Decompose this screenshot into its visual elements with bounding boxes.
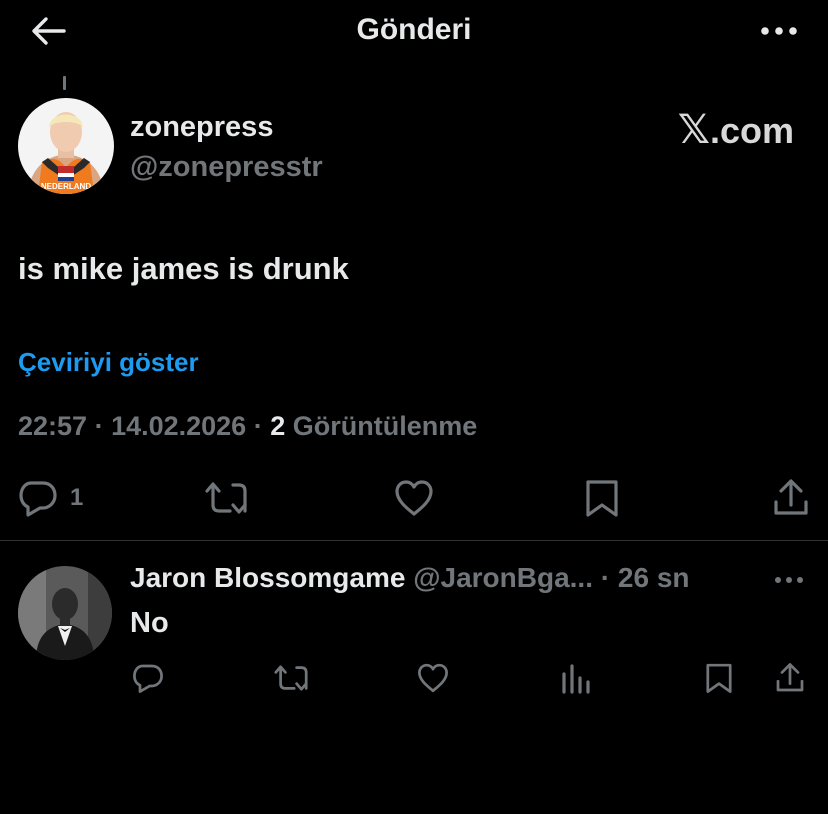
x-com-logo: 𝕏 .com <box>678 110 794 150</box>
reply-timestamp[interactable]: 26 sn <box>618 562 690 593</box>
reply-text: No <box>130 607 169 639</box>
more-horizontal-icon <box>775 577 803 583</box>
like-icon <box>395 480 433 516</box>
divider <box>0 540 828 541</box>
more-horizontal-icon <box>761 27 797 35</box>
retweet-icon <box>274 665 308 691</box>
bookmark-icon <box>706 663 732 693</box>
meta-separator: · <box>87 411 112 441</box>
reply-author-name[interactable]: Jaron Blossomgame <box>130 562 405 593</box>
reply-header: Jaron Blossomgame @JaronBga... · 26 sn <box>130 562 690 594</box>
avatar-image: NEDERLAND <box>18 98 114 194</box>
x-logo-text: .com <box>709 110 794 151</box>
retweet-button[interactable] <box>203 478 249 518</box>
reply-like-button[interactable] <box>416 662 450 694</box>
like-icon <box>418 663 448 693</box>
post-date[interactable]: 14.02.2026 <box>111 411 246 441</box>
show-translation-link[interactable]: Çeviriyi göster <box>18 347 199 378</box>
bookmark-icon <box>586 480 618 517</box>
reply-views-button[interactable] <box>561 662 591 694</box>
post-time[interactable]: 22:57 <box>18 411 87 441</box>
reply-avatar-image <box>18 566 112 660</box>
post-metadata: 22:57 · 14.02.2026 · 2 Görüntülenme <box>18 411 477 442</box>
share-icon <box>776 663 804 692</box>
like-button[interactable] <box>394 478 434 518</box>
bookmark-button[interactable] <box>584 478 620 518</box>
reply-avatar[interactable] <box>18 566 112 660</box>
views-icon <box>562 664 590 694</box>
post-text: is mike james is drunk <box>18 251 349 286</box>
share-button[interactable] <box>772 478 810 518</box>
author-handle[interactable]: @zonepresstr <box>130 151 323 184</box>
post-detail-page: Gönderi NEDERLAND zonepress @zonepresstr… <box>0 0 828 814</box>
x-logo-glyph: 𝕏 <box>677 107 710 153</box>
retweet-icon <box>205 482 247 514</box>
reply-count: 1 <box>70 484 84 511</box>
reply-more-button[interactable] <box>770 566 808 594</box>
reply-button[interactable]: 1 <box>18 478 83 518</box>
reply-icon <box>19 481 57 517</box>
thread-connector <box>63 76 66 90</box>
meta-separator: · <box>246 411 271 441</box>
views-count: 2 <box>270 411 286 441</box>
reply-retweet-button[interactable] <box>272 662 310 694</box>
more-options-button[interactable] <box>756 12 802 50</box>
reply-reply-button[interactable] <box>131 662 165 694</box>
views-label: Görüntülenme <box>285 411 478 441</box>
share-icon <box>774 479 808 515</box>
avatar[interactable]: NEDERLAND <box>18 98 114 194</box>
top-bar: Gönderi <box>0 0 828 64</box>
reply-icon <box>133 664 163 693</box>
avatar-jersey-text: NEDERLAND <box>41 182 91 191</box>
reply-author-handle[interactable]: @JaronBga... <box>413 562 593 593</box>
author-name[interactable]: zonepress <box>130 111 273 144</box>
page-title: Gönderi <box>356 13 472 46</box>
reply-bookmark-button[interactable] <box>704 662 734 694</box>
reply-share-button[interactable] <box>774 662 806 694</box>
reply-time-separator: · <box>593 562 618 593</box>
